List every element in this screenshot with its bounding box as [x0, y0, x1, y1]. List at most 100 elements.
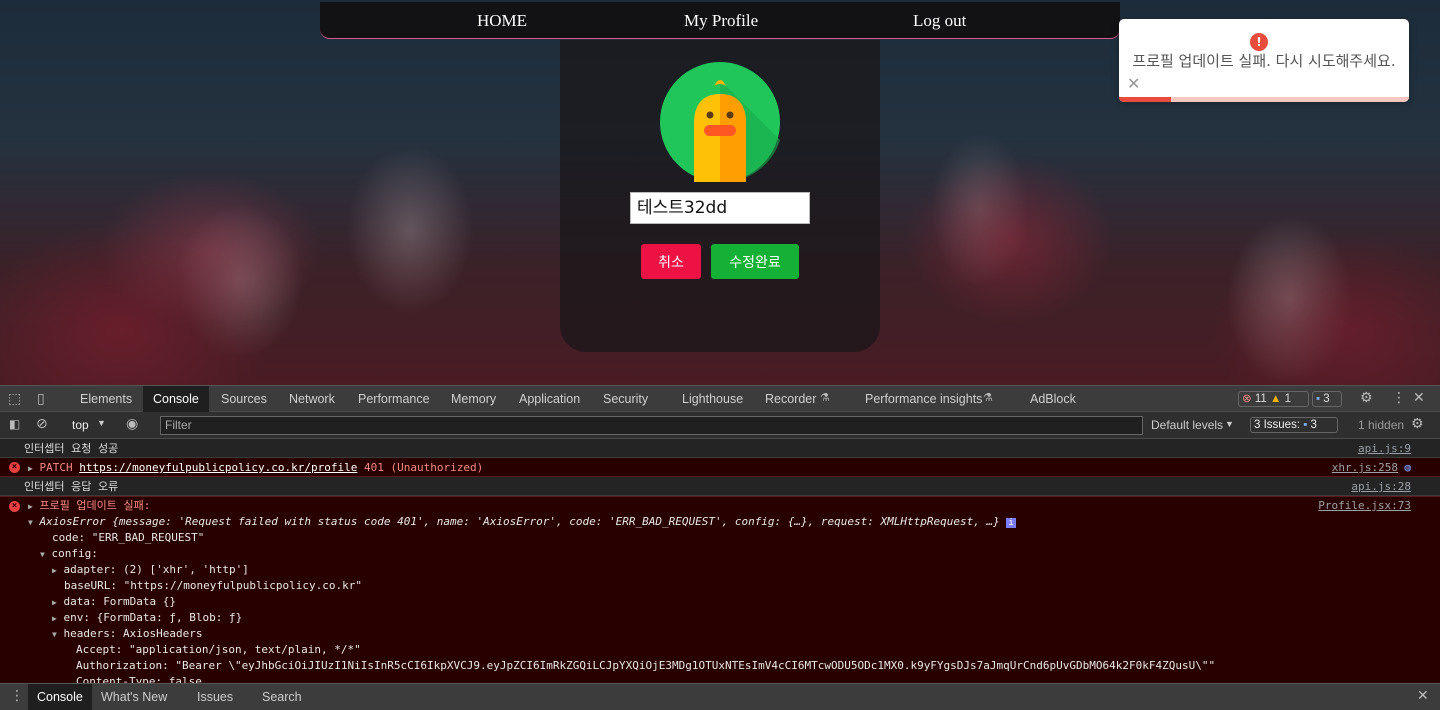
prop-authorization: Authorization: "Bearer \"eyJhbGciOiJIUzI…: [76, 659, 1216, 672]
log-message: 인터셉터 응답 오류: [24, 480, 119, 493]
nav-logout-link[interactable]: Log out: [913, 11, 966, 31]
web-page: HOME My Profile Log out 테스트32dd 취소 수정완료 …: [0, 0, 1440, 385]
device-toolbar-icon[interactable]: ▯: [37, 391, 45, 407]
prop-config-text: config:: [51, 547, 98, 560]
drawer-tab-issues[interactable]: Issues: [188, 684, 242, 710]
chevron-down-icon: ▼: [1225, 419, 1234, 429]
tab-performance-insights[interactable]: Performance insights: [855, 386, 992, 412]
inspect-element-icon[interactable]: ⬚: [8, 391, 21, 407]
http-status: 401 (Unauthorized): [363, 461, 484, 474]
close-devtools-icon[interactable]: ✕: [1413, 390, 1425, 406]
message-count: 3: [1323, 393, 1330, 405]
hidden-count: 1 hidden: [1358, 418, 1405, 432]
expand-triangle-icon: ▶: [28, 502, 33, 511]
log-source-link[interactable]: xhr.js:258: [1332, 458, 1398, 477]
tab-lighthouse[interactable]: Lighthouse: [672, 386, 753, 412]
log-row: 인터셉터 요청 성공 api.js:9: [0, 439, 1440, 458]
messages-badge[interactable]: ▪ 3: [1312, 391, 1342, 407]
drawer-tab-console[interactable]: Console: [28, 684, 92, 710]
log-source-link[interactable]: api.js:9: [1358, 439, 1411, 458]
settings-gear-icon[interactable]: ⚙: [1360, 390, 1373, 406]
more-options-icon[interactable]: ⋮: [1392, 390, 1406, 406]
error-warning-badge[interactable]: ⊗ 11 ▲ 1: [1238, 391, 1309, 407]
error-row[interactable]: × ▶ PATCH https://moneyfulpublicpolicy.c…: [0, 458, 1440, 477]
tab-network[interactable]: Network: [279, 386, 345, 412]
error-count: 11: [1254, 393, 1267, 405]
tab-adblock[interactable]: AdBlock: [1020, 386, 1086, 412]
log-source-link[interactable]: Profile.jsx:73: [1318, 498, 1411, 514]
http-method: PATCH: [39, 461, 73, 474]
network-globe-icon[interactable]: ◍: [1404, 458, 1411, 477]
error-count-icon: ⊗: [1242, 393, 1252, 405]
prop-baseurl: baseURL: "https://moneyfulpublicpolicy.c…: [64, 579, 363, 592]
log-row: 인터셉터 응답 오류 api.js:28: [0, 477, 1440, 496]
log-content: ▶ PATCH https://moneyfulpublicpolicy.co.…: [28, 458, 483, 478]
prop-content-type: Content-Type: false: [76, 675, 202, 683]
tab-security[interactable]: Security: [593, 386, 658, 412]
nav-my-profile-link[interactable]: My Profile: [684, 11, 758, 31]
duck-avatar-icon: [660, 62, 780, 182]
drawer-tab-whats-new[interactable]: What's New: [92, 684, 176, 710]
clear-console-icon[interactable]: ⊘: [36, 416, 48, 432]
error-icon: ×: [9, 462, 20, 473]
drawer-menu-icon[interactable]: ⋮: [10, 688, 24, 704]
save-button[interactable]: 수정완료: [711, 244, 799, 279]
close-drawer-icon[interactable]: ✕: [1417, 688, 1429, 704]
expand-triangle-icon[interactable]: ▶: [28, 464, 33, 473]
issues-label: 3 Issues:: [1254, 419, 1301, 431]
console-settings-gear-icon[interactable]: ⚙: [1411, 416, 1424, 432]
tab-recorder[interactable]: Recorder: [755, 386, 826, 412]
prop-env[interactable]: ▶ env: {FormData: ƒ, Blob: ƒ}: [52, 610, 242, 626]
collapse-triangle-icon: ▼: [40, 550, 45, 559]
issues-button[interactable]: 3 Issues: ▪ 3: [1250, 417, 1338, 433]
prop-data[interactable]: ▶ data: FormData {}: [52, 594, 176, 610]
prop-config[interactable]: ▼ config:: [40, 546, 98, 562]
prop-adapter[interactable]: ▶ adapter: (2) ['xhr', 'http']: [52, 562, 249, 578]
context-selector[interactable]: top: [72, 418, 89, 432]
tab-elements[interactable]: Elements: [70, 386, 142, 412]
nickname-input[interactable]: 테스트32dd: [630, 192, 810, 224]
prop-headers[interactable]: ▼ headers: AxiosHeaders: [52, 626, 203, 642]
tab-performance[interactable]: Performance: [348, 386, 440, 412]
message-icon: ▪: [1316, 393, 1321, 405]
toast-message: 프로필 업데이트 실패. 다시 시도해주세요.: [1132, 52, 1396, 70]
sidebar-toggle-icon[interactable]: ◧: [9, 417, 20, 431]
top-navbar: HOME My Profile Log out: [320, 2, 1120, 39]
flask-icon: ⚗: [820, 391, 830, 404]
cancel-button[interactable]: 취소: [641, 244, 701, 279]
prop-accept: Accept: "application/json, text/plain, *…: [76, 643, 361, 656]
devtools-panel: ⬚ ▯ Elements Console Sources Network Per…: [0, 385, 1440, 710]
devtools-tabbar: ⬚ ▯ Elements Console Sources Network Per…: [0, 385, 1440, 412]
console-output: 인터셉터 요청 성공 api.js:9 × ▶ PATCH https://mo…: [0, 439, 1440, 683]
request-url-link[interactable]: https://moneyfulpublicpolicy.co.kr/profi…: [79, 461, 357, 474]
collapse-triangle-icon: ▼: [52, 630, 57, 639]
error-message-text: 프로필 업데이트 실패:: [39, 499, 151, 512]
tab-memory[interactable]: Memory: [441, 386, 506, 412]
drawer-tab-search[interactable]: Search: [253, 684, 311, 710]
info-icon: i: [1006, 518, 1016, 528]
toast-progress-track: [1119, 97, 1409, 102]
prop-code: code: "ERR_BAD_REQUEST": [52, 531, 205, 544]
console-toolbar: ◧ ⊘ top ▼ ◉ Filter Default levels ▼ 3 Is…: [0, 412, 1440, 439]
chevron-down-icon: ▼: [97, 418, 106, 428]
console-filter-input[interactable]: Filter: [160, 416, 1143, 435]
expand-triangle-icon: ▶: [52, 614, 57, 623]
tab-application[interactable]: Application: [509, 386, 590, 412]
log-source-link[interactable]: api.js:28: [1351, 477, 1411, 496]
toast-close-icon[interactable]: ✕: [1127, 74, 1140, 93]
nav-home-link[interactable]: HOME: [477, 11, 527, 31]
live-expression-eye-icon[interactable]: ◉: [126, 416, 138, 432]
default-levels-dropdown[interactable]: Default levels: [1151, 418, 1223, 432]
warning-count: 1: [1284, 393, 1291, 405]
tab-console[interactable]: Console: [143, 386, 209, 412]
prop-headers-text: headers: AxiosHeaders: [63, 627, 203, 640]
axios-error-summary[interactable]: ▼ AxiosError {message: 'Request failed w…: [28, 514, 1016, 530]
error-icon: ×: [9, 501, 20, 512]
warning-icon: ▲: [1270, 393, 1282, 405]
collapse-triangle-icon: ▼: [28, 518, 33, 527]
tab-sources[interactable]: Sources: [211, 386, 277, 412]
issue-icon: ▪: [1303, 419, 1308, 431]
expand-triangle-icon: ▶: [52, 566, 57, 575]
error-message[interactable]: ▶ 프로필 업데이트 실패:: [28, 498, 150, 514]
devtools-drawer-tabbar: ⋮ Console What's New Issues Search ✕: [0, 683, 1440, 710]
